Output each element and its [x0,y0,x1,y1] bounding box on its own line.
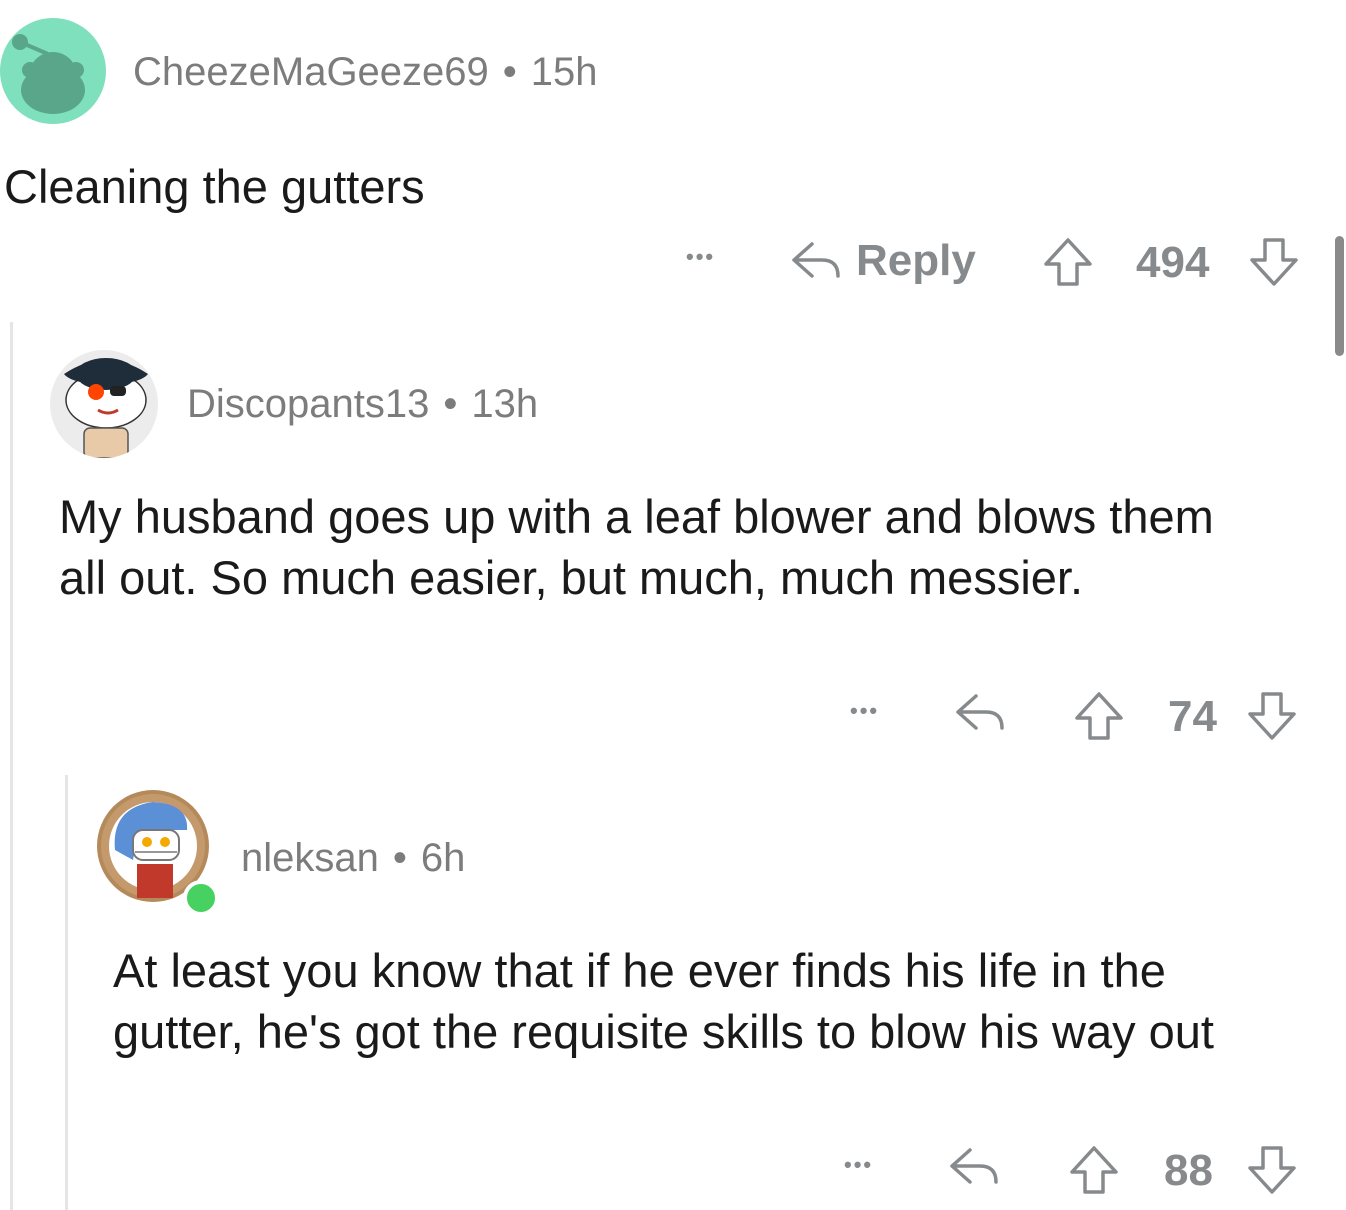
more-options-button[interactable]: ••• [844,1152,873,1178]
reply-label: Reply [856,236,976,285]
vote-count: 494 [1136,238,1210,287]
avatar[interactable] [0,18,106,124]
more-options-button[interactable]: ••• [686,244,715,270]
snoo-avatar-icon [12,34,85,114]
reply-arrow-icon [956,694,1004,730]
downvote-arrow-icon [1250,238,1298,286]
downvote-button[interactable] [1248,236,1300,288]
online-status-indicator [183,880,219,916]
vote-count: 88 [1164,1146,1213,1195]
username[interactable]: CheezeMaGeeze69 [133,50,489,94]
reply-arrow-icon [788,238,844,284]
downvote-button[interactable] [1246,690,1298,742]
reply-arrow-icon [950,1148,998,1184]
thread-line-level-2[interactable] [65,775,68,1210]
avatar[interactable] [50,350,158,458]
more-options-icon: ••• [850,698,880,723]
upvote-arrow-icon [1075,692,1123,740]
comment-meta: nleksan • 6h [241,836,465,881]
more-options-icon: ••• [844,1152,874,1177]
downvote-arrow-icon [1248,692,1296,740]
meta-separator: • [502,50,517,94]
upvote-button[interactable] [1073,690,1125,742]
reply-button[interactable] [952,690,1008,736]
comment-body: Cleaning the gutters [4,160,425,213]
thread-line-level-1[interactable] [10,322,13,1210]
comment-body: My husband goes up with a leaf blower an… [59,490,1214,604]
comment-body: At least you know that if he ever finds … [113,944,1214,1058]
upvote-arrow-icon [1070,1146,1118,1194]
username[interactable]: nleksan [241,836,379,880]
timestamp[interactable]: 15h [531,50,598,94]
reply-button[interactable] [946,1144,1002,1190]
timestamp[interactable]: 13h [471,382,538,426]
reply-button[interactable]: Reply [788,236,976,286]
username[interactable]: Discopants13 [187,382,429,426]
snoo-avatar-icon [64,358,148,458]
vote-count: 74 [1168,692,1217,741]
upvote-button[interactable] [1042,236,1094,288]
comment-meta: Discopants13 • 13h [187,382,538,427]
downvote-arrow-icon [1248,1146,1296,1194]
meta-separator: • [392,836,407,880]
comment-meta: CheezeMaGeeze69 • 15h [133,50,598,95]
upvote-button[interactable] [1068,1144,1120,1196]
more-options-button[interactable]: ••• [850,698,879,724]
downvote-button[interactable] [1246,1144,1298,1196]
upvote-arrow-icon [1044,238,1092,286]
scrollbar[interactable] [1335,236,1344,356]
timestamp[interactable]: 6h [421,836,466,880]
more-options-icon: ••• [686,244,716,269]
meta-separator: • [443,382,458,426]
